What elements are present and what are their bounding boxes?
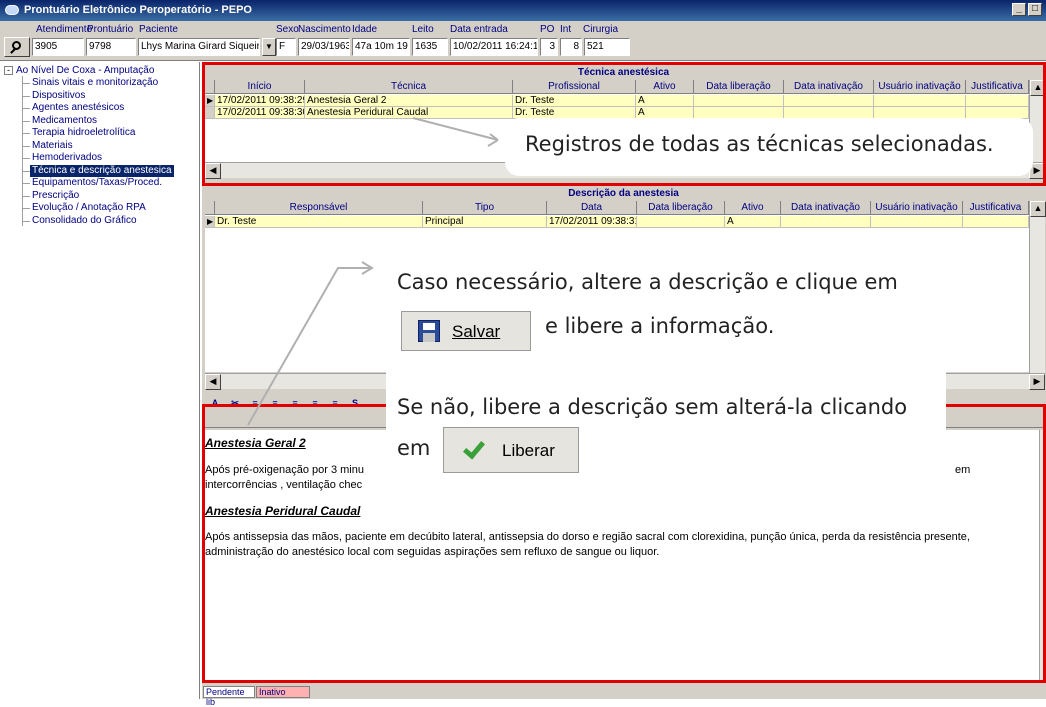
save-disk-icon <box>418 320 440 342</box>
salvar-button-image: Salvar <box>401 311 531 351</box>
liberar-button-image: Liberar <box>443 427 579 473</box>
checkmark-icon <box>462 436 486 460</box>
callout-libere-info: e libere a informação. <box>545 314 775 338</box>
callout-caso: Caso necessário, altere a descrição e cl… <box>397 270 898 294</box>
callout-se-nao: Se não, libere a descrição sem alterá-la… <box>397 395 908 419</box>
callout-registros: Registros de todas as técnicas seleciona… <box>505 118 1033 176</box>
liberar-label: Liberar <box>502 441 555 460</box>
callout-em: em <box>397 436 431 460</box>
salvar-label: Salvar <box>452 322 501 341</box>
